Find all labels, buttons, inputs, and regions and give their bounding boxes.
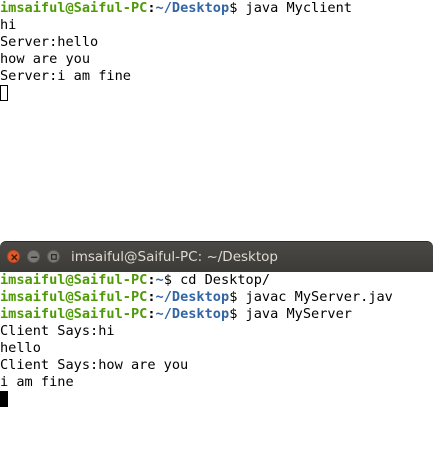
- terminal-output-line: Server:i am fine: [0, 68, 131, 84]
- prompt-path: ~/Desktop: [155, 306, 230, 322]
- terminal-prompt-line: imsaiful@Saiful-PC:~$ cd Desktop/: [0, 272, 433, 289]
- prompt-path: ~: [155, 272, 164, 288]
- close-button[interactable]: [7, 250, 20, 263]
- terminal-prompt-line: imsaiful@Saiful-PC:~/Desktop$ java Mycli…: [0, 0, 433, 17]
- window-titlebar[interactable]: imsaiful@Saiful-PC: ~/Desktop: [0, 241, 433, 272]
- window-title: imsaiful@Saiful-PC: ~/Desktop: [71, 249, 278, 265]
- prompt-command: $ java Myclient: [229, 0, 352, 16]
- terminal-prompt-line: imsaiful@Saiful-PC:~/Desktop$ java MySer…: [0, 306, 433, 323]
- terminal-input-line[interactable]: [0, 85, 433, 102]
- prompt-user-host: imsaiful@Saiful-PC: [0, 0, 148, 16]
- prompt-path: ~/Desktop: [155, 289, 230, 305]
- minimize-icon: [30, 256, 38, 258]
- terminal-output-line: i am fine: [0, 374, 74, 390]
- maximize-icon: [50, 253, 57, 260]
- prompt-user-host: imsaiful@Saiful-PC: [0, 272, 148, 288]
- server-terminal-output[interactable]: imsaiful@Saiful-PC:~$ cd Desktop/ imsaif…: [0, 272, 433, 475]
- text-cursor: [0, 85, 8, 101]
- prompt-user-host: imsaiful@Saiful-PC: [0, 306, 148, 322]
- terminal-output-line: Client Says:hi: [0, 323, 115, 339]
- text-cursor: [0, 391, 8, 407]
- prompt-separator: :: [147, 289, 156, 305]
- prompt-command: $ javac MyServer.jav: [229, 289, 393, 305]
- prompt-separator: :: [147, 272, 156, 288]
- terminal-output-line: Server:hello: [0, 34, 99, 50]
- terminal-output-line: how are you: [0, 51, 91, 67]
- prompt-path: ~/Desktop: [155, 0, 230, 16]
- prompt-command: $ java MyServer: [229, 306, 352, 322]
- close-icon: [11, 254, 18, 261]
- prompt-separator: :: [147, 306, 156, 322]
- prompt-separator: :: [147, 0, 156, 16]
- client-terminal-output[interactable]: imsaiful@Saiful-PC:~/Desktop$ java Mycli…: [0, 0, 433, 241]
- prompt-user-host: imsaiful@Saiful-PC: [0, 289, 148, 305]
- terminal-output-line: Client Says:how are you: [0, 357, 189, 373]
- terminal-prompt-line: imsaiful@Saiful-PC:~/Desktop$ javac MySe…: [0, 289, 433, 306]
- terminal-output-line: hi: [0, 17, 17, 33]
- terminal-input-line[interactable]: [0, 391, 433, 408]
- maximize-button[interactable]: [47, 250, 60, 263]
- minimize-button[interactable]: [27, 250, 40, 263]
- prompt-command: $ cd Desktop/: [163, 272, 271, 288]
- terminal-output-line: hello: [0, 340, 41, 356]
